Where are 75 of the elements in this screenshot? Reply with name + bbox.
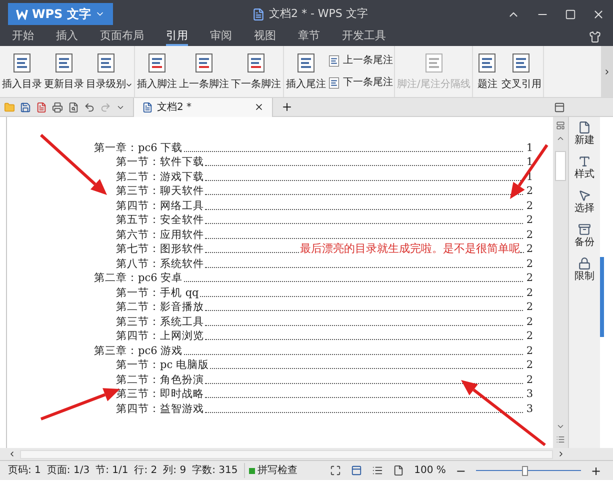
- toc-page-number: 1: [525, 155, 533, 169]
- ribbon-button[interactable]: 插入目录: [1, 48, 43, 96]
- toc-page-number: 1: [525, 140, 533, 154]
- status-text: 字数: 315: [192, 464, 238, 478]
- side-panel-button[interactable]: 限制: [574, 257, 594, 283]
- app-name: WPS 文字: [32, 6, 91, 23]
- toc-page-number: 2: [525, 286, 533, 300]
- toc-entry[interactable]: 第四节：上网浏览: [116, 329, 204, 343]
- toc-page-number: 2: [525, 344, 533, 358]
- toc-page-number: 2: [525, 372, 533, 386]
- ribbon-button[interactable]: 下一条脚注: [230, 48, 282, 96]
- ribbon-button[interactable]: 交叉引用: [500, 48, 542, 96]
- ribbon-button[interactable]: 上一条脚注: [178, 48, 230, 96]
- toc-entry[interactable]: 第四节：益智游戏: [116, 402, 204, 416]
- document-tab[interactable]: 文档2 *: [133, 98, 273, 116]
- toc-entry[interactable]: 第七节：图形软件: [116, 242, 204, 256]
- toc-page-number: 2: [525, 228, 533, 242]
- tab-title: 文档2 *: [157, 100, 193, 114]
- menu-tab[interactable]: 开始: [12, 28, 34, 46]
- toc-entry[interactable]: 第三节：系统工具: [116, 314, 204, 328]
- toc-page-number: 2: [525, 198, 533, 212]
- toc-entry[interactable]: 第一章：pc6 下载: [94, 140, 183, 154]
- toc-entry[interactable]: 第二节：影音播放: [116, 300, 204, 314]
- ribbon-button[interactable]: 插入脚注: [136, 48, 178, 96]
- ribbon-button[interactable]: 插入尾注: [285, 48, 327, 96]
- toc-entry[interactable]: 第三节：聊天软件: [116, 184, 204, 198]
- side-panel-button[interactable]: 选择: [574, 189, 594, 215]
- zoom-in-button[interactable]: +: [590, 462, 601, 480]
- toc-entry[interactable]: 第六节：应用软件: [116, 228, 204, 242]
- toc-page-number: 2: [525, 314, 533, 328]
- status-text: 列: 9: [163, 464, 186, 478]
- menu-tab[interactable]: 审阅: [210, 28, 232, 46]
- zoom-percentage: 100 %: [414, 464, 446, 478]
- menu-tab[interactable]: 视图: [254, 28, 276, 46]
- toc-entry[interactable]: 第一节：手机 qq: [116, 286, 199, 300]
- status-text: 节: 1/1: [96, 464, 128, 478]
- side-panel-button[interactable]: 备份: [574, 223, 594, 249]
- toc-page-number: 2: [525, 256, 533, 270]
- toc-entry[interactable]: 第一节：软件下载: [116, 155, 204, 169]
- menu-tab[interactable]: 章节: [298, 28, 320, 46]
- toc-page-number: 2: [525, 329, 533, 343]
- toc-entry[interactable]: 第二节：角色扮演: [116, 372, 204, 386]
- toc-page-number: 2: [525, 184, 533, 198]
- ribbon-button[interactable]: 目录级别: [85, 48, 127, 96]
- toc-page-number: 3: [525, 402, 533, 416]
- annotation-text: 最后漂亮的目录就生成完啦。是不是很简单呢: [300, 242, 520, 256]
- toc-entry[interactable]: 第三章：pc6 游戏: [94, 344, 183, 358]
- ribbon-button[interactable]: 下一条尾注: [327, 74, 393, 92]
- toc-entry[interactable]: 第五节：安全软件: [116, 213, 204, 227]
- toc-page-number: 2: [525, 271, 533, 285]
- app-menu-button[interactable]: WPS 文字: [8, 3, 113, 25]
- toc-page-number: 2: [525, 358, 533, 372]
- toc-entry[interactable]: 第二节：游戏下载: [116, 170, 204, 184]
- spell-check-button[interactable]: 拼写检查: [244, 463, 298, 478]
- toc-page-number: 2: [525, 300, 533, 314]
- menu-tab[interactable]: 开发工具: [342, 28, 386, 46]
- side-panel-button[interactable]: 新建: [574, 121, 594, 147]
- toc-page-number: 3: [525, 387, 533, 401]
- toc-entry[interactable]: 第一节：pc 电脑版: [116, 358, 209, 372]
- menu-tab[interactable]: 插入: [56, 28, 78, 46]
- menu-tab[interactable]: 页面布局: [100, 28, 144, 46]
- ribbon-button[interactable]: 题注: [474, 48, 500, 96]
- side-panel-button[interactable]: 样式: [574, 155, 594, 181]
- toc-entry[interactable]: 第八节：系统软件: [116, 256, 204, 270]
- ribbon-button[interactable]: 上一条尾注: [327, 52, 393, 70]
- status-text: 页面: 1/3: [46, 464, 90, 478]
- status-text: 行: 2: [134, 464, 158, 478]
- toc-page-number: 2: [525, 242, 533, 256]
- window-title: 文档2 * - WPS 文字: [268, 6, 368, 22]
- toc-entry[interactable]: 第二章：pc6 安卓: [94, 271, 183, 285]
- toc-entry[interactable]: 第四节：网络工具: [116, 198, 204, 212]
- ribbon-button[interactable]: 更新目录: [43, 48, 85, 96]
- toc-page-number: 2: [525, 213, 533, 227]
- zoom-out-button[interactable]: −: [456, 462, 466, 480]
- status-text: 页码: 1: [8, 464, 41, 478]
